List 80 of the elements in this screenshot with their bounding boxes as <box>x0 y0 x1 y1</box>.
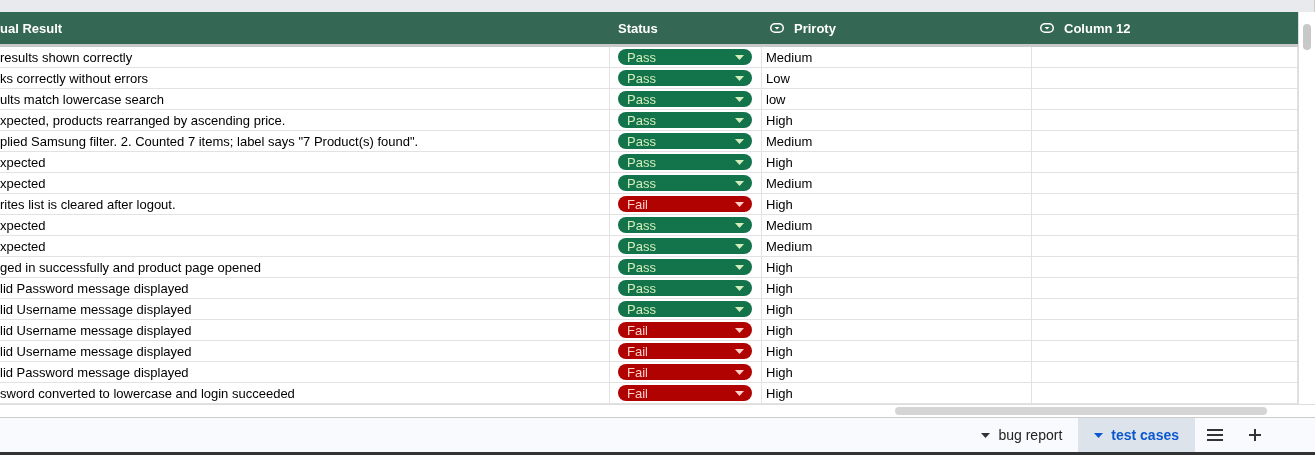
table-cell: lid Username message displayed <box>0 301 192 317</box>
caret-icon <box>735 159 744 165</box>
table-cell: High <box>766 154 793 170</box>
status-dropdown[interactable]: Pass <box>618 259 752 275</box>
status-dropdown[interactable]: Pass <box>618 238 752 254</box>
status-dropdown[interactable]: Fail <box>618 364 752 380</box>
sheet-tab[interactable]: bug report <box>965 418 1079 452</box>
table-cell: lid Username message displayed <box>0 343 192 359</box>
caret-icon <box>735 306 744 312</box>
column-header: Status <box>618 20 658 36</box>
table-cell: plied Samsung filter. 2. Counted 7 items; label says "7 Product(s) found". <box>0 133 419 149</box>
table-cell: lid Password message displayed <box>0 280 189 296</box>
column-header: ual Result <box>0 20 63 36</box>
table-cell: xpected <box>0 175 46 191</box>
table-cell: xpected <box>0 217 46 233</box>
table-cell: rites list is cleared after logout. <box>0 196 176 212</box>
plus-icon <box>1249 429 1261 441</box>
status-dropdown[interactable]: Pass <box>618 70 752 86</box>
caret-icon <box>735 201 744 207</box>
caret-icon <box>735 222 744 228</box>
menu-icon <box>1207 429 1223 441</box>
table-cell: High <box>766 322 793 338</box>
table-cell: Medium <box>766 49 813 65</box>
caret-icon <box>735 348 744 354</box>
status-dropdown[interactable]: Fail <box>618 322 752 338</box>
table-cell: ks correctly without errors <box>0 70 149 86</box>
caret-icon <box>735 285 744 291</box>
status-dropdown[interactable]: Pass <box>618 175 752 191</box>
table-cell: lid Username message displayed <box>0 322 192 338</box>
caret-icon <box>735 117 744 123</box>
table-cell: High <box>766 364 793 380</box>
caret-icon <box>981 432 991 438</box>
table-cell: ged in successfully and product page opened <box>0 259 261 275</box>
table-cell: xpected <box>0 238 46 254</box>
table-cell: High <box>766 259 793 275</box>
table-cell: Low <box>766 70 790 86</box>
caret-icon <box>735 369 744 375</box>
status-dropdown[interactable]: Pass <box>618 112 752 128</box>
caret-icon <box>735 390 744 396</box>
status-dropdown[interactable]: Pass <box>618 217 752 233</box>
sheet-tab[interactable]: test cases <box>1078 418 1195 452</box>
table-cell: High <box>766 385 793 401</box>
status-dropdown[interactable]: Pass <box>618 133 752 149</box>
table-cell: results shown correctly <box>0 49 133 65</box>
caret-icon <box>735 243 744 249</box>
table-cell: low <box>766 91 786 107</box>
caret-icon <box>735 138 744 144</box>
table-cell: Medium <box>766 175 813 191</box>
column-header: Priroty <box>794 20 836 36</box>
caret-icon <box>735 75 744 81</box>
caret-icon <box>735 264 744 270</box>
table-cell: xpected, products rearranged by ascending price. <box>0 112 286 128</box>
caret-icon <box>735 96 744 102</box>
status-dropdown[interactable]: Pass <box>618 301 752 317</box>
status-dropdown[interactable]: Pass <box>618 280 752 296</box>
caret-icon <box>1094 432 1104 438</box>
status-dropdown[interactable]: Pass <box>618 154 752 170</box>
table-cell: High <box>766 280 793 296</box>
status-dropdown[interactable]: Fail <box>618 196 752 212</box>
caret-icon <box>735 54 744 60</box>
caret-icon <box>735 327 744 333</box>
caret-icon <box>735 180 744 186</box>
table-cell: Medium <box>766 133 813 149</box>
vertical-scrollbar[interactable] <box>1298 12 1315 404</box>
table-cell: High <box>766 196 793 212</box>
table-cell: xpected <box>0 154 46 170</box>
horizontal-scrollbar[interactable] <box>0 404 1315 418</box>
table-cell: Medium <box>766 238 813 254</box>
table-cell: sword converted to lowercase and login succeeded <box>0 385 295 401</box>
status-dropdown[interactable]: Fail <box>618 385 752 401</box>
table-cell: High <box>766 112 793 128</box>
table-cell: ults match lowercase search <box>0 91 164 107</box>
table-cell: High <box>766 343 793 359</box>
table-cell: lid Password message displayed <box>0 364 189 380</box>
status-dropdown[interactable]: Fail <box>618 343 752 359</box>
table-cell: Medium <box>766 217 813 233</box>
table-cell: High <box>766 301 793 317</box>
status-dropdown[interactable]: Pass <box>618 91 752 107</box>
column-header: Column 12 <box>1064 20 1131 36</box>
status-dropdown[interactable]: Pass <box>618 49 752 65</box>
